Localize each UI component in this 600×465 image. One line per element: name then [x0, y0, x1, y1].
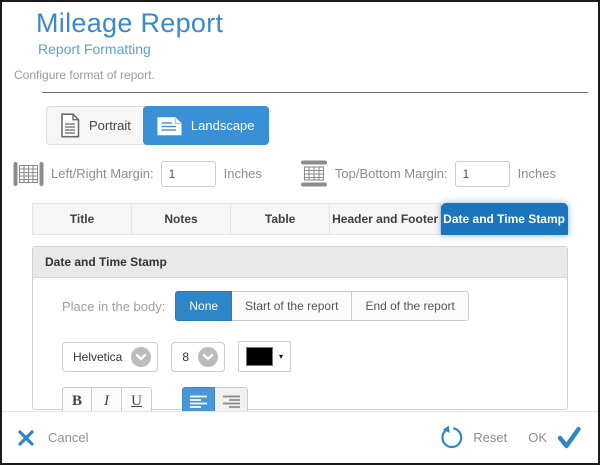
- landscape-page-icon: [157, 116, 182, 136]
- place-in-body-label: Place in the body:: [62, 299, 165, 314]
- ok-button[interactable]: OK: [528, 426, 582, 450]
- top-bottom-margin-input[interactable]: [455, 161, 510, 187]
- portrait-button-label: Portrait: [89, 118, 131, 133]
- left-right-margin-icon: [13, 161, 44, 187]
- header-divider: [42, 92, 588, 93]
- section-tabs: Title Notes Table Header and Footer Date…: [32, 203, 568, 235]
- place-option-start-of-report[interactable]: Start of the report: [232, 291, 352, 321]
- font-family-dropdown[interactable]: Helvetica: [62, 342, 158, 372]
- date-time-stamp-panel: Date and Time Stamp Place in the body: N…: [32, 246, 568, 410]
- font-family-value: Helvetica: [73, 350, 122, 364]
- description-text: Configure format of report.: [14, 68, 598, 82]
- reset-label: Reset: [473, 430, 507, 445]
- tab-header-and-footer[interactable]: Header and Footer: [330, 203, 441, 235]
- cancel-label: Cancel: [48, 430, 88, 445]
- landscape-button[interactable]: Landscape: [143, 106, 269, 145]
- top-bottom-margin-label: Top/Bottom Margin:: [335, 166, 448, 181]
- panel-body: Place in the body: None Start of the rep…: [33, 278, 567, 416]
- tab-table[interactable]: Table: [231, 203, 330, 235]
- ok-label: OK: [528, 430, 547, 445]
- portrait-button[interactable]: Portrait: [47, 107, 144, 144]
- cancel-button[interactable]: Cancel: [18, 430, 88, 446]
- font-row: Helvetica 8: [62, 341, 551, 372]
- left-right-margin-unit: Inches: [224, 166, 262, 181]
- dialog-footer: Cancel Reset OK: [2, 411, 598, 463]
- chevron-down-icon: [131, 347, 151, 367]
- reset-button[interactable]: Reset: [439, 425, 507, 450]
- landscape-button-label: Landscape: [191, 118, 255, 133]
- footer-actions: Reset OK: [439, 425, 582, 450]
- left-right-margin-label: Left/Right Margin:: [51, 166, 154, 181]
- tab-notes[interactable]: Notes: [132, 203, 231, 235]
- portrait-page-icon: [60, 113, 80, 138]
- place-in-body-options: None Start of the report End of the repo…: [175, 291, 468, 321]
- report-formatting-dialog: Mileage Report Report Formatting Configu…: [0, 0, 600, 465]
- ok-check-icon: [556, 426, 582, 450]
- page-subtitle: Report Formatting: [36, 41, 598, 57]
- place-in-body-row: Place in the body: None Start of the rep…: [62, 291, 551, 321]
- align-right-icon: [223, 395, 240, 409]
- chevron-down-icon: [198, 347, 218, 367]
- dialog-header: Mileage Report Report Formatting: [2, 2, 598, 57]
- page-title: Mileage Report: [36, 8, 598, 39]
- margins-row: Left/Right Margin: Inches Top/Bottom Mar…: [13, 160, 598, 187]
- left-right-margin-input[interactable]: [161, 161, 216, 187]
- place-option-none[interactable]: None: [175, 291, 232, 321]
- font-size-value: 8: [182, 350, 189, 364]
- align-left-icon: [190, 395, 207, 409]
- caret-down-icon: ▾: [279, 353, 283, 361]
- font-color-swatch: [246, 347, 273, 366]
- cancel-x-icon: [18, 430, 34, 446]
- place-option-end-of-report[interactable]: End of the report: [352, 291, 468, 321]
- panel-title: Date and Time Stamp: [33, 247, 567, 278]
- font-size-dropdown[interactable]: 8: [171, 342, 225, 372]
- orientation-toggle: Portrait Landscape: [46, 106, 269, 145]
- reset-icon: [439, 425, 464, 450]
- tab-title[interactable]: Title: [32, 203, 132, 235]
- top-bottom-margin-unit: Inches: [518, 166, 556, 181]
- tab-date-and-time-stamp[interactable]: Date and Time Stamp: [441, 203, 568, 235]
- top-bottom-margin-icon: [300, 160, 328, 187]
- font-color-picker[interactable]: ▾: [238, 341, 291, 372]
